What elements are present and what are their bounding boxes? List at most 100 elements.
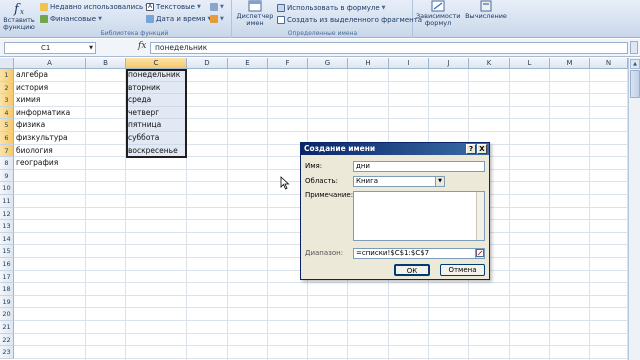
name-manager-label-2: имен [246,19,264,27]
row-header-4[interactable]: 4 [0,106,14,120]
row-header-14[interactable]: 14 [0,232,14,246]
column-header-b[interactable]: B [86,58,126,69]
select-all-corner[interactable] [0,58,14,69]
row-header-19[interactable]: 19 [0,295,14,309]
cell-c5[interactable]: пятница [126,119,161,132]
column-header-j[interactable]: J [429,58,469,69]
row-header-8[interactable]: 8 [0,157,14,170]
cell-a5[interactable]: физика [14,119,45,132]
vertical-scrollbar[interactable]: ▲ [628,58,640,360]
column-header-f[interactable]: F [268,58,308,69]
row-header-6[interactable]: 6 [0,132,14,145]
insert-function-fx-icon[interactable]: fx [138,41,146,51]
formula-bar-expand-button[interactable] [630,41,638,54]
recently-used-button[interactable]: Недавно использовались ▼ [40,2,149,12]
financial-icon [40,15,48,23]
column-header-l[interactable]: L [510,58,550,69]
cell-a7[interactable]: биология [14,145,53,158]
cell-a3[interactable]: химия [14,94,40,107]
row-header-10[interactable]: 10 [0,182,14,195]
function-icon: f x [13,2,24,16]
column-header-n[interactable]: N [590,58,628,69]
row-header-21[interactable]: 21 [0,321,14,334]
cell-c4[interactable]: четверг [126,107,159,120]
more-functions-button[interactable]: ▼ [210,14,224,24]
row-header-22[interactable]: 22 [0,333,14,347]
range-input[interactable]: =списки!$C$1:$C$7 [353,248,485,259]
name-box[interactable]: C1 ▼ [4,42,96,54]
row-header-12[interactable]: 12 [0,207,14,221]
cell-a8[interactable]: география [14,157,58,170]
scope-select[interactable]: Книга ▼ [353,176,445,187]
scroll-thumb[interactable] [630,70,640,98]
row-header-7[interactable]: 7 [0,144,14,158]
chevron-down-icon: ▼ [381,5,386,11]
row-header-5[interactable]: 5 [0,119,14,132]
comment-textarea[interactable] [353,191,485,241]
range-collapse-button[interactable] [475,249,484,258]
math-icon [210,3,218,11]
comment-scrollbar[interactable] [476,192,484,240]
row-header-9[interactable]: 9 [0,169,14,183]
scope-select-value: Книга [356,177,379,185]
calculation-button[interactable]: Вычисление [464,0,508,20]
column-header-d[interactable]: D [187,58,228,69]
date-time-button[interactable]: Дата и время ▼ [146,14,211,24]
text-a-icon: A [146,3,154,11]
defined-names-group: Диспетчер имен Использовать в формуле ▼ … [233,0,422,38]
name-input[interactable]: дни [353,161,485,172]
dialog-titlebar[interactable]: Создание имени [301,143,489,155]
cell-a2[interactable]: история [14,82,48,95]
column-header-e[interactable]: E [228,58,268,69]
math-functions-button[interactable]: ▼ [210,2,224,12]
row-header-20[interactable]: 20 [0,308,14,321]
cancel-button[interactable]: Отмена [440,264,485,276]
row-header-3[interactable]: 3 [0,94,14,107]
cell-a4[interactable]: информатика [14,107,70,120]
insert-function-button[interactable]: f x Вставить функцию [2,0,36,31]
row-header-15[interactable]: 15 [0,245,14,258]
column-header-m[interactable]: M [550,58,590,69]
cell-c3[interactable]: среда [126,94,151,107]
chevron-down-icon[interactable]: ▼ [89,43,93,53]
gridline [267,69,268,360]
row-header-2[interactable]: 2 [0,81,14,95]
help-button[interactable]: ? [466,144,476,154]
use-in-formula-button[interactable]: Использовать в формуле ▼ [277,3,386,13]
gridline [85,69,86,360]
financial-button[interactable]: Финансовые ▼ [40,14,102,24]
name-manager-button[interactable]: Диспетчер имен [235,0,275,27]
cell-c1[interactable]: понедельник [126,69,180,82]
column-header-k[interactable]: K [469,58,510,69]
column-header-i[interactable]: I [389,58,429,69]
formula-input[interactable]: понедельник [150,42,628,54]
close-button[interactable]: X [477,144,487,154]
gridline [509,69,510,360]
scroll-up-arrow-icon[interactable]: ▲ [630,59,640,69]
cell-c2[interactable]: вторник [126,82,160,95]
column-header-h[interactable]: H [348,58,389,69]
text-functions-button[interactable]: A Текстовые ▼ [146,2,201,12]
recently-used-label: Недавно использовались [50,3,144,11]
ok-button[interactable]: ОК [394,264,430,276]
cell-a6[interactable]: физкультура [14,132,68,145]
cell-c7[interactable]: воскресенье [126,145,178,158]
row-header-17[interactable]: 17 [0,270,14,284]
chevron-down-icon[interactable]: ▼ [435,177,444,186]
create-from-selection-button[interactable]: Создать из выделенного фрагмента [277,15,422,25]
formula-icon [277,4,285,12]
gridline [14,294,628,296]
formula-dependencies-button[interactable]: Зависимости формул [416,0,460,27]
row-header-23[interactable]: 23 [0,346,14,359]
column-header-g[interactable]: G [308,58,348,69]
column-header-c[interactable]: C [126,58,187,69]
row-header-11[interactable]: 11 [0,195,14,208]
row-header-18[interactable]: 18 [0,283,14,296]
cell-a1[interactable]: алгебра [14,69,48,82]
create-name-dialog: Создание имени ? X Имя: дни Область: Кни… [300,142,490,280]
cell-c6[interactable]: суббота [126,132,159,145]
row-header-1[interactable]: 1 [0,69,14,82]
row-header-13[interactable]: 13 [0,220,14,233]
row-header-16[interactable]: 16 [0,258,14,271]
column-header-a[interactable]: A [14,58,86,69]
